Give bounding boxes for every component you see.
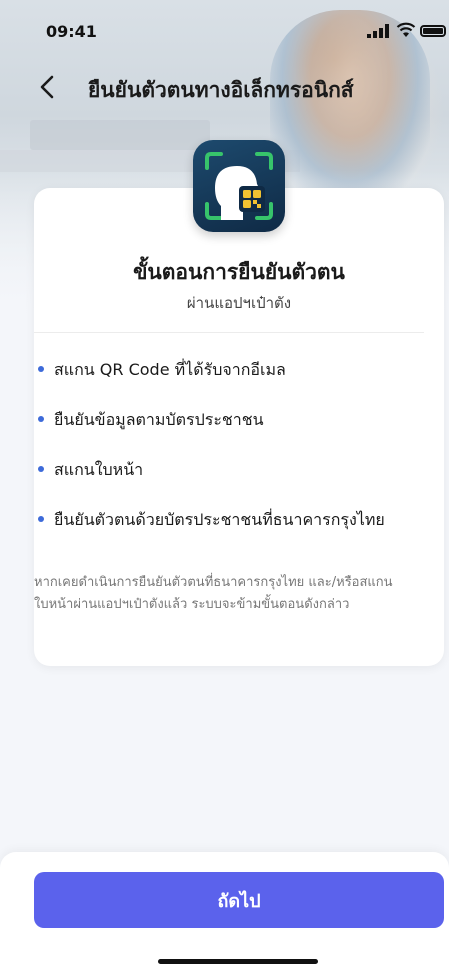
background-shelf: [30, 120, 210, 150]
step-text: สแกน QR Code ที่ได้รับจากอีเมล: [54, 360, 286, 379]
step-text: ยืนยันข้อมูลตามบัตรประชาชน: [54, 410, 264, 429]
card-subheading: ผ่านแอปฯเป๋าตัง: [186, 294, 292, 312]
status-time: 09:41: [46, 22, 97, 41]
list-item: สแกน QR Code ที่ได้รับจากอีเมล: [34, 358, 444, 408]
signal-icon: [367, 24, 389, 38]
face-scan-qr-icon: [193, 140, 285, 232]
bullet-icon: [38, 516, 44, 522]
page-title: ยืนยันตัวตนทางอิเล็กทรอนิกส์: [88, 78, 354, 102]
step-text: ยืนยันตัวตนด้วยบัตรประชาชนที่ธนาคารกรุงไ…: [54, 510, 385, 529]
home-indicator: [158, 959, 318, 964]
list-item: สแกนใบหน้า: [34, 458, 444, 508]
steps-card: ขั้นตอนการยืนยันตัวตน ผ่านแอปฯเป๋าตัง สแ…: [34, 188, 444, 666]
status-bar: 09:41: [0, 0, 449, 48]
step-text: สแกนใบหน้า: [54, 460, 144, 479]
battery-icon: [420, 25, 446, 37]
wifi-icon: [396, 22, 416, 37]
divider: [34, 332, 424, 333]
info-note: หากเคยดำเนินการยืนยันตัวตนที่ธนาคารกรุงไ…: [34, 575, 393, 612]
nav-bar: ยืนยันตัวตนทางอิเล็กทรอนิกส์: [0, 62, 449, 112]
card-heading: ขั้นตอนการยืนยันตัวตน: [133, 260, 345, 284]
list-item: ยืนยันตัวตนด้วยบัตรประชาชนที่ธนาคารกรุงไ…: [34, 508, 444, 558]
next-button[interactable]: ถัดไป: [34, 872, 444, 928]
bullet-icon: [38, 366, 44, 372]
bullet-icon: [38, 416, 44, 422]
steps-list: สแกน QR Code ที่ได้รับจากอีเมล ยืนยันข้อ…: [34, 358, 444, 558]
chevron-left-icon[interactable]: [36, 74, 60, 100]
bottom-bar: ถัดไป: [0, 852, 449, 975]
bullet-icon: [38, 466, 44, 472]
list-item: ยืนยันข้อมูลตามบัตรประชาชน: [34, 408, 444, 458]
